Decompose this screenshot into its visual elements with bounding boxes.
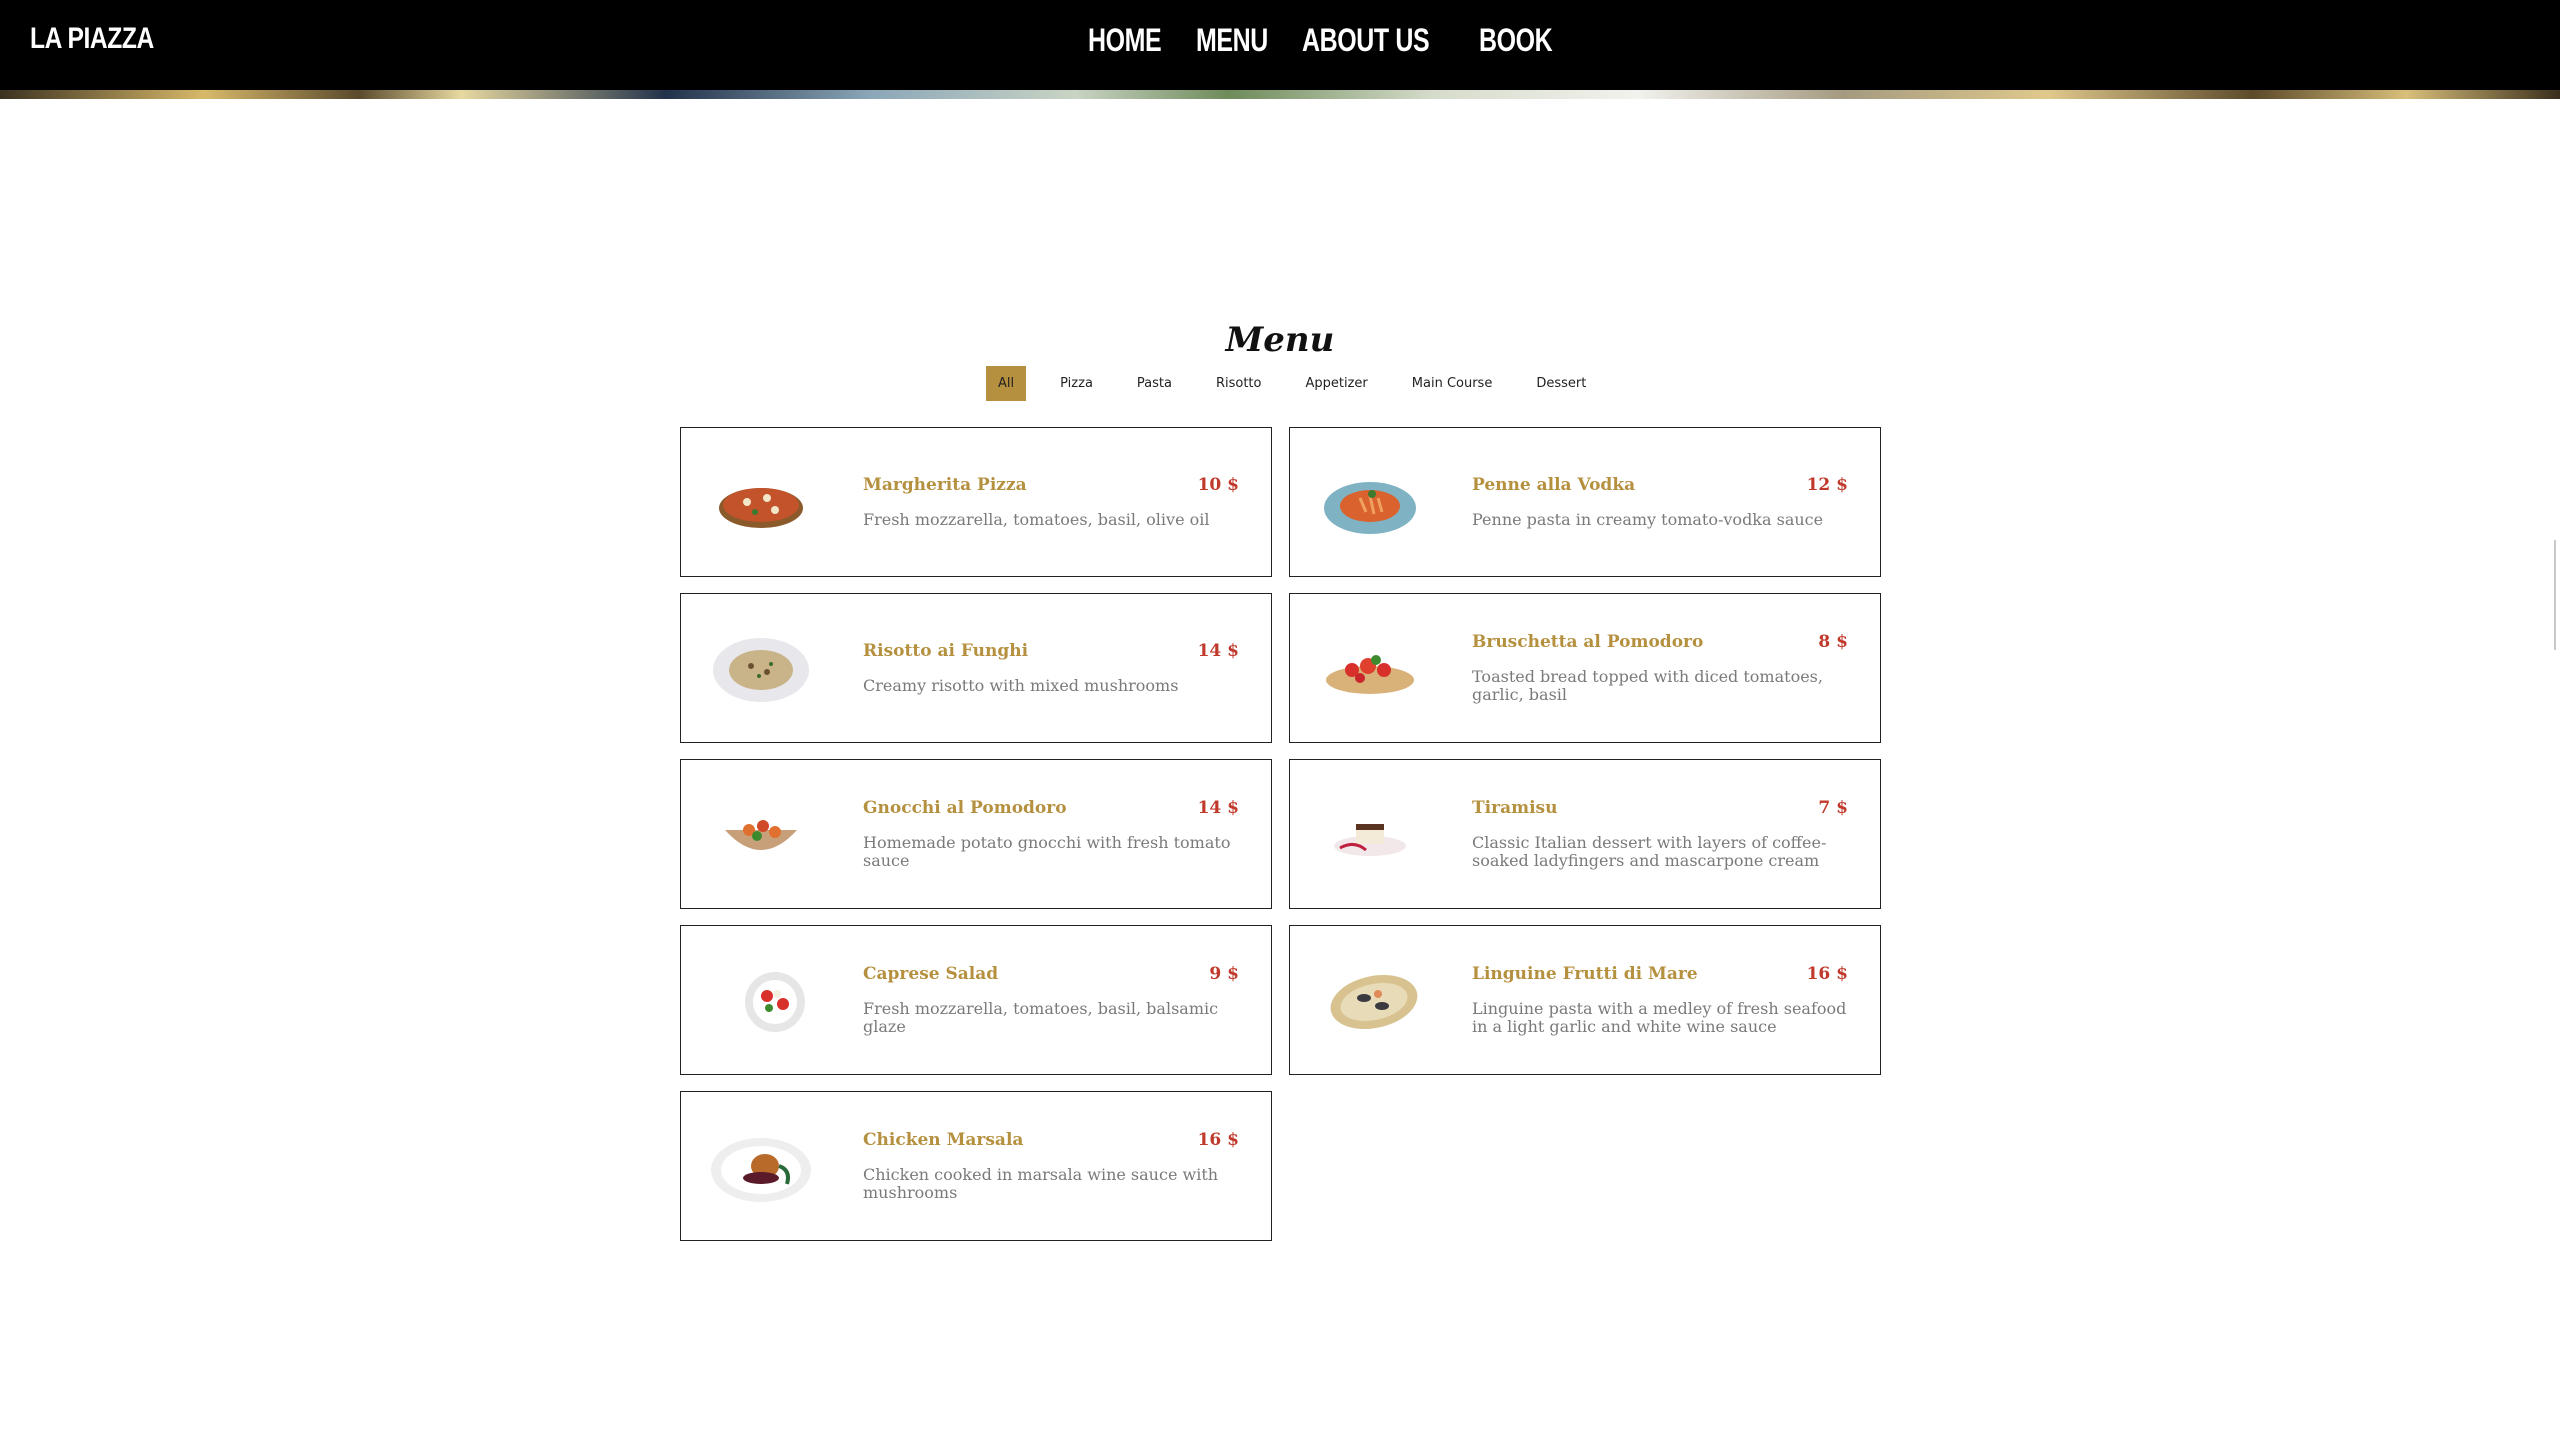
item-price: 16 $	[1197, 1130, 1239, 1150]
menu-item-card[interactable]: Bruschetta al Pomodoro 8 $ Toasted bread…	[1289, 593, 1881, 743]
scrollbar-thumb[interactable]	[2554, 540, 2556, 650]
menu-item-card[interactable]: Penne alla Vodka 12 $ Penne pasta in cre…	[1289, 427, 1881, 577]
item-price: 12 $	[1806, 475, 1848, 495]
pizza-image	[719, 488, 803, 528]
menu-item-card[interactable]: Margherita Pizza 10 $ Fresh mozzarella, …	[680, 427, 1272, 577]
menu-item-card[interactable]: Linguine Frutti di Mare 16 $ Linguine pa…	[1289, 925, 1881, 1075]
menu-title: Menu	[1225, 320, 1335, 360]
chicken-image	[711, 1138, 811, 1202]
item-price: 9 $	[1209, 964, 1239, 984]
menu-item-card[interactable]: Chicken Marsala 16 $ Chicken cooked in m…	[680, 1091, 1272, 1241]
menu-item-card[interactable]: Caprese Salad 9 $ Fresh mozzarella, toma…	[680, 925, 1272, 1075]
item-description: Homemade potato gnocchi with fresh tomat…	[863, 833, 1231, 870]
filter-risotto[interactable]: Risotto	[1198, 366, 1280, 401]
gnocchi-image	[725, 820, 797, 850]
bruschetta-image	[1326, 655, 1414, 694]
item-name: Penne alla Vodka	[1472, 475, 1636, 495]
item-description: Fresh mozzarella, tomatoes, basil, olive…	[863, 510, 1210, 529]
item-description: Classic Italian dessert with layers of c…	[1472, 833, 1827, 870]
item-name: Caprese Salad	[863, 964, 999, 984]
item-name: Risotto ai Funghi	[863, 641, 1029, 661]
item-name: Margherita Pizza	[863, 475, 1027, 495]
filter-main-course[interactable]: Main Course	[1394, 366, 1511, 401]
item-name: Gnocchi al Pomodoro	[863, 798, 1067, 818]
seafood-pasta-image	[1330, 974, 1418, 1030]
menu-grid: Margherita Pizza 10 $ Fresh mozzarella, …	[680, 427, 1881, 1241]
item-description: Penne pasta in creamy tomato-vodka sauce	[1472, 510, 1824, 529]
risotto-image	[713, 638, 809, 702]
hero-image-strip	[0, 90, 2560, 99]
item-name: Bruschetta al Pomodoro	[1472, 632, 1704, 652]
filter-pizza[interactable]: Pizza	[1042, 366, 1111, 401]
filter-dessert[interactable]: Dessert	[1518, 366, 1604, 401]
item-description: Chicken cooked in marsala wine sauce wit…	[863, 1165, 1219, 1202]
menu-item-card[interactable]: Tiramisu 7 $ Classic Italian dessert wit…	[1289, 759, 1881, 909]
item-description: Fresh mozzarella, tomatoes, basil, balsa…	[863, 999, 1219, 1036]
item-name: Chicken Marsala	[863, 1130, 1024, 1150]
item-price: 7 $	[1818, 798, 1848, 818]
nav-home-link[interactable]: HOME	[1088, 22, 1162, 68]
item-name: Tiramisu	[1472, 798, 1558, 818]
salad-image	[745, 972, 805, 1032]
item-price: 14 $	[1197, 641, 1239, 661]
item-price: 14 $	[1197, 798, 1239, 818]
item-description: Creamy risotto with mixed mushrooms	[863, 676, 1179, 695]
menu-filters: All Pizza Pasta Risotto Appetizer Main C…	[986, 366, 1612, 401]
brand-logo[interactable]: LA PIAZZA	[30, 22, 154, 56]
menu-item-card[interactable]: Risotto ai Funghi 14 $ Creamy risotto wi…	[680, 593, 1272, 743]
item-description: Toasted bread topped with diced tomatoes…	[1472, 667, 1823, 704]
filter-all[interactable]: All	[986, 366, 1027, 401]
filter-pasta[interactable]: Pasta	[1119, 366, 1190, 401]
pasta-image	[1324, 482, 1416, 534]
top-navbar: LA PIAZZA HOME MENU ABOUT US BOOK	[0, 0, 2560, 90]
item-description: Linguine pasta with a medley of fresh se…	[1472, 999, 1847, 1036]
item-price: 8 $	[1818, 632, 1848, 652]
tiramisu-image	[1334, 824, 1406, 856]
nav-links: HOME MENU ABOUT US BOOK	[1088, 22, 1557, 68]
item-price: 10 $	[1197, 475, 1239, 495]
nav-menu-link[interactable]: MENU	[1196, 22, 1268, 68]
item-price: 16 $	[1806, 964, 1848, 984]
item-name: Linguine Frutti di Mare	[1472, 964, 1698, 984]
filter-appetizer[interactable]: Appetizer	[1288, 366, 1386, 401]
menu-item-card[interactable]: Gnocchi al Pomodoro 14 $ Homemade potato…	[680, 759, 1272, 909]
nav-about-link[interactable]: ABOUT US	[1302, 22, 1430, 68]
nav-book-link[interactable]: BOOK	[1479, 22, 1553, 68]
